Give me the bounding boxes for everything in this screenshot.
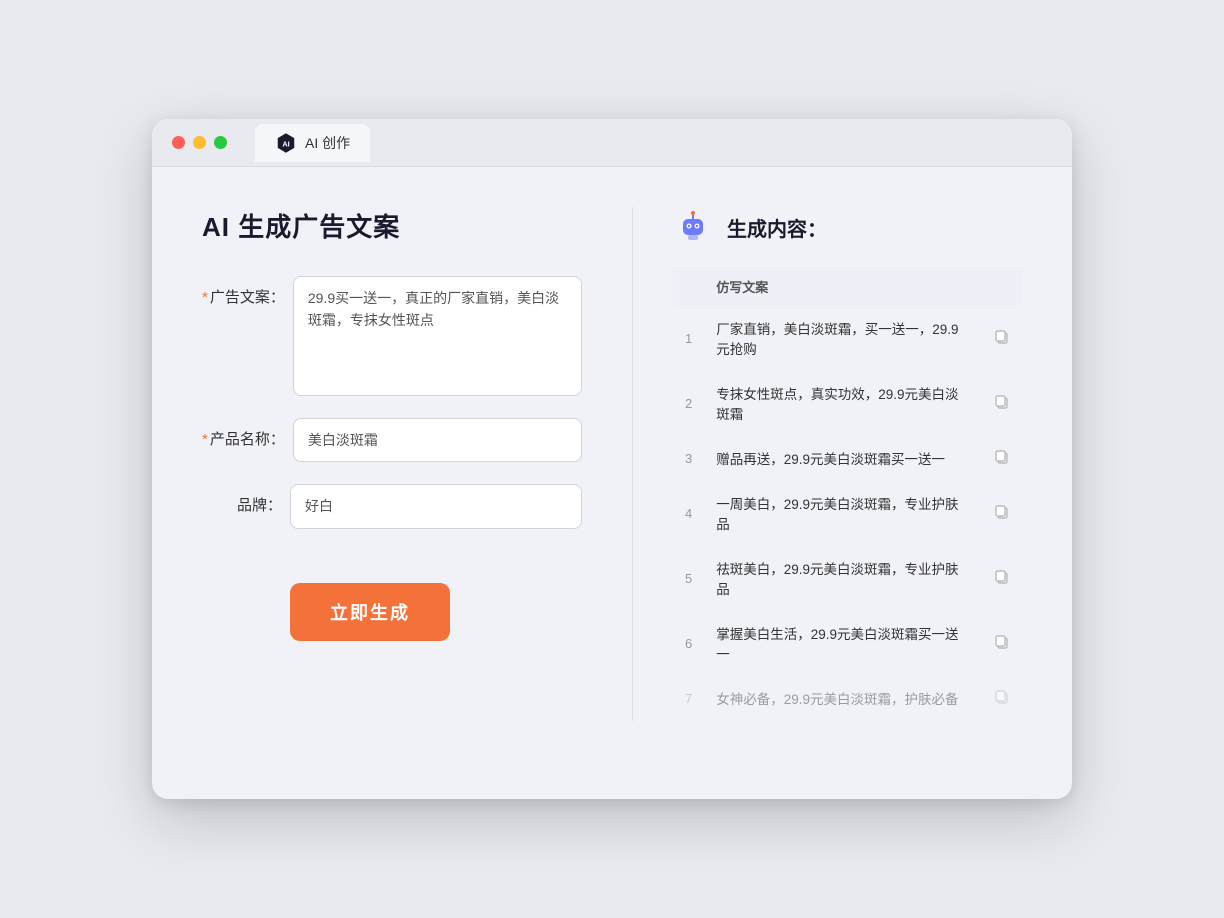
copy-button[interactable] [982, 676, 1022, 721]
browser-tab[interactable]: AI AI 创作 [255, 124, 370, 162]
result-header: 生成内容： [673, 207, 1022, 247]
svg-text:AI: AI [282, 139, 289, 148]
table-row: 7女神必备，29.9元美白淡斑霜，护肤必备 [673, 676, 1022, 721]
panel-divider [632, 207, 633, 721]
copy-button[interactable] [982, 436, 1022, 481]
tab-label: AI 创作 [305, 133, 350, 153]
ad-copy-required-star: * [202, 289, 208, 306]
ad-copy-label: *广告文案： [202, 276, 285, 307]
product-name-input[interactable] [293, 418, 582, 462]
copy-button[interactable] [982, 371, 1022, 436]
page-title: AI 生成广告文案 [202, 207, 582, 244]
row-text: 专抹女性斑点，真实功效，29.9元美白淡斑霜 [704, 371, 982, 436]
browser-window: AI AI 创作 AI 生成广告文案 *广告文案： *产品名称： [152, 119, 1072, 799]
robot-icon [673, 207, 713, 247]
right-panel: 生成内容： 仿写文案 1厂家直销，美白淡斑霜，买一送一，29.9元抢购2专抹女性… [643, 207, 1022, 721]
ad-copy-group: *广告文案： [202, 276, 582, 396]
generate-button[interactable]: 立即生成 [290, 583, 450, 641]
product-name-group: *产品名称： [202, 418, 582, 462]
traffic-light-red[interactable] [172, 136, 185, 149]
row-text: 掌握美白生活，29.9元美白淡斑霜买一送一 [704, 611, 982, 676]
row-text: 祛斑美白，29.9元美白淡斑霜，专业护肤品 [704, 546, 982, 611]
product-required-star: * [202, 431, 208, 448]
table-header-copy: 仿写文案 [704, 267, 982, 306]
product-name-label: *产品名称： [202, 418, 285, 449]
browser-content: AI 生成广告文案 *广告文案： *产品名称： 品牌： [152, 167, 1072, 761]
result-title: 生成内容： [727, 213, 827, 242]
copy-button[interactable] [982, 546, 1022, 611]
traffic-light-yellow[interactable] [193, 136, 206, 149]
left-panel: AI 生成广告文案 *广告文案： *产品名称： 品牌： [202, 207, 622, 721]
traffic-lights [172, 136, 227, 149]
ai-tab-icon: AI [275, 132, 297, 154]
copy-button[interactable] [982, 481, 1022, 546]
table-row: 3赠品再送，29.9元美白淡斑霜买一送一 [673, 436, 1022, 481]
row-num: 7 [673, 676, 704, 721]
row-num: 3 [673, 436, 704, 481]
brand-input[interactable] [290, 484, 582, 528]
table-row: 2专抹女性斑点，真实功效，29.9元美白淡斑霜 [673, 371, 1022, 436]
brand-label: 品牌： [202, 484, 282, 515]
table-header-num [673, 267, 704, 306]
copy-button[interactable] [982, 306, 1022, 371]
row-text: 厂家直销，美白淡斑霜，买一送一，29.9元抢购 [704, 306, 982, 371]
table-row: 6掌握美白生活，29.9元美白淡斑霜买一送一 [673, 611, 1022, 676]
row-num: 2 [673, 371, 704, 436]
result-table: 仿写文案 1厂家直销，美白淡斑霜，买一送一，29.9元抢购2专抹女性斑点，真实功… [673, 267, 1022, 721]
brand-group: 品牌： [202, 484, 582, 528]
row-text: 女神必备，29.9元美白淡斑霜，护肤必备 [704, 676, 982, 721]
row-text: 赠品再送，29.9元美白淡斑霜买一送一 [704, 436, 982, 481]
row-num: 6 [673, 611, 704, 676]
row-num: 5 [673, 546, 704, 611]
traffic-light-green[interactable] [214, 136, 227, 149]
row-text: 一周美白，29.9元美白淡斑霜，专业护肤品 [704, 481, 982, 546]
row-num: 1 [673, 306, 704, 371]
table-row: 4一周美白，29.9元美白淡斑霜，专业护肤品 [673, 481, 1022, 546]
table-row: 5祛斑美白，29.9元美白淡斑霜，专业护肤品 [673, 546, 1022, 611]
ad-copy-input[interactable] [293, 276, 582, 396]
table-header-row: 仿写文案 [673, 267, 1022, 306]
generate-button-container: 立即生成 [202, 551, 582, 641]
table-row: 1厂家直销，美白淡斑霜，买一送一，29.9元抢购 [673, 306, 1022, 371]
table-header-action [982, 267, 1022, 306]
row-num: 4 [673, 481, 704, 546]
browser-titlebar: AI AI 创作 [152, 119, 1072, 167]
copy-button[interactable] [982, 611, 1022, 676]
